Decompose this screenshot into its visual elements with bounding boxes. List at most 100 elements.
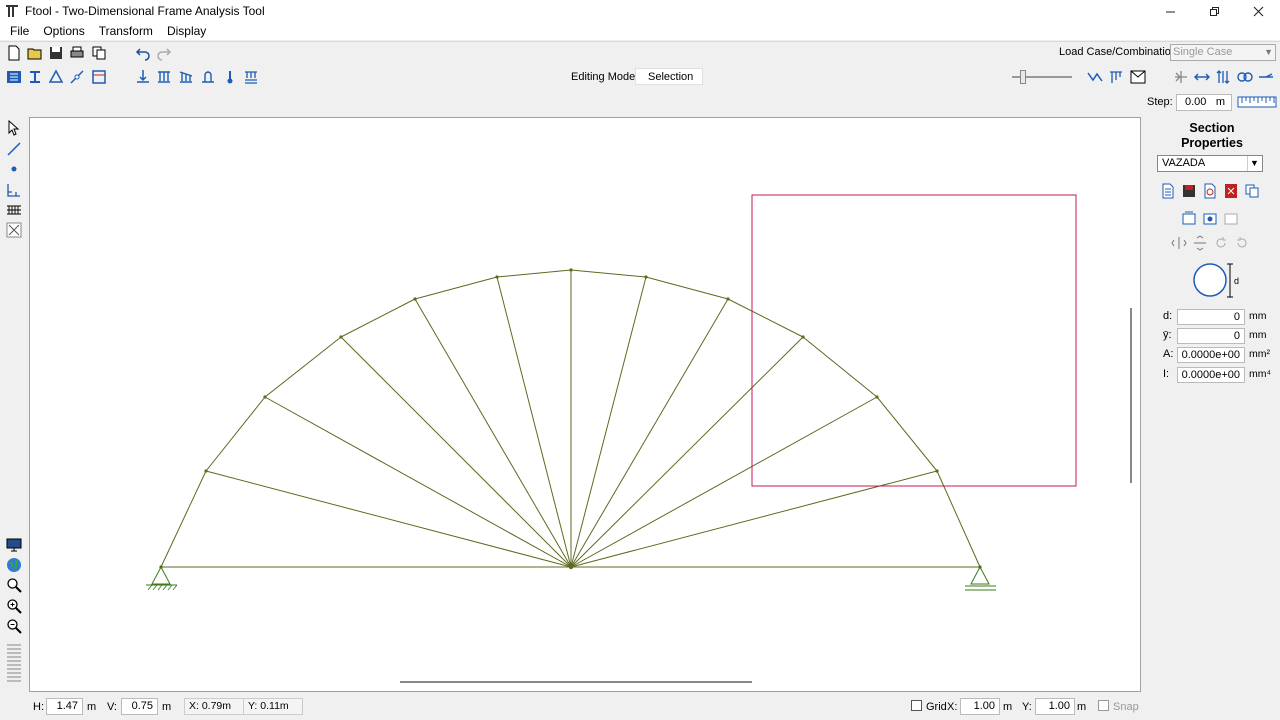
moment-button[interactable] — [1128, 67, 1148, 87]
select-tool-button[interactable] — [4, 118, 24, 138]
pinned-support-left[interactable] — [146, 565, 178, 591]
import-section-button[interactable] — [1200, 181, 1220, 201]
v-input[interactable]: 0.75 — [121, 698, 158, 715]
arch-member[interactable] — [570, 269, 647, 278]
radial-member[interactable] — [340, 336, 572, 568]
zoom-window-button[interactable] — [4, 575, 24, 595]
delete-section-button[interactable] — [1221, 181, 1241, 201]
support-button[interactable] — [46, 67, 66, 87]
menu-transform[interactable]: Transform — [92, 24, 160, 38]
delete-tool-button[interactable] — [4, 220, 24, 240]
menu-file[interactable]: File — [3, 24, 36, 38]
new-section-button[interactable] — [1158, 181, 1178, 201]
arch-member[interactable] — [876, 396, 938, 472]
grid-y-input[interactable]: 1.00 — [1035, 698, 1075, 715]
shear-diagram-button[interactable] — [1213, 67, 1233, 87]
h-input[interactable]: 1.47 — [46, 698, 83, 715]
grid-x-input[interactable]: 1.00 — [960, 698, 1000, 715]
arch-member[interactable] — [264, 336, 342, 398]
linear-load-button[interactable] — [176, 67, 196, 87]
menu-display[interactable]: Display — [160, 24, 213, 38]
section-select[interactable]: VAZADA ▼ — [1157, 155, 1263, 172]
deformed-shape-button[interactable] — [1171, 67, 1191, 87]
frame-node[interactable] — [726, 297, 730, 301]
arch-member[interactable] — [727, 298, 804, 338]
drawing-canvas[interactable] — [29, 117, 1141, 692]
section-list-button[interactable] — [1221, 208, 1241, 228]
rotate-cw-button[interactable] — [1232, 233, 1252, 253]
frame-node[interactable] — [263, 395, 267, 399]
thermal-load-button[interactable] — [198, 67, 218, 87]
distributed-load-button[interactable] — [154, 67, 174, 87]
minimize-button[interactable] — [1148, 0, 1192, 22]
undo-button[interactable] — [133, 43, 153, 63]
assign-section-button[interactable] — [1200, 208, 1220, 228]
close-button[interactable] — [1236, 0, 1280, 22]
arch-member[interactable] — [414, 276, 498, 300]
frame-node[interactable] — [568, 564, 574, 570]
menu-options[interactable]: Options — [36, 24, 91, 38]
radial-member[interactable] — [570, 396, 878, 568]
thermometer-button[interactable] — [220, 67, 240, 87]
frame-node[interactable] — [935, 469, 939, 473]
grid-tool-button[interactable] — [4, 200, 24, 220]
material-button[interactable] — [4, 67, 24, 87]
open-file-button[interactable] — [25, 43, 45, 63]
mirror-h-button[interactable] — [1169, 233, 1189, 253]
dimension-tool-button[interactable] — [4, 180, 24, 200]
copy-button[interactable] — [89, 43, 109, 63]
save-section-button[interactable] — [1179, 181, 1199, 201]
arch-member[interactable] — [496, 269, 572, 278]
left-toolbar-grip[interactable] — [7, 644, 21, 684]
frame-button[interactable] — [89, 67, 109, 87]
prop-input-inertia[interactable]: 0.0000e+00 — [1177, 367, 1245, 383]
arch-member[interactable] — [936, 470, 981, 568]
nodal-load-button[interactable] — [133, 67, 153, 87]
moment-diagram-button[interactable] — [1235, 67, 1255, 87]
mirror-v-button[interactable] — [1190, 233, 1210, 253]
frame-model-svg[interactable] — [30, 118, 1140, 691]
frame-node[interactable] — [495, 275, 499, 279]
radial-member[interactable] — [570, 470, 938, 568]
rotate-ccw-button[interactable] — [1211, 233, 1231, 253]
snap-checkbox[interactable] — [1098, 700, 1109, 711]
edit-section-button[interactable] — [1179, 208, 1199, 228]
frame-node[interactable] — [339, 335, 343, 339]
horizontal-scrollbar[interactable] — [400, 681, 752, 683]
section-button[interactable] — [25, 67, 45, 87]
axial-force-button[interactable] — [1085, 67, 1105, 87]
node-tool-button[interactable] — [4, 159, 24, 179]
shear-force-button[interactable] — [1106, 67, 1126, 87]
frame-node[interactable] — [204, 469, 208, 473]
prop-input-area[interactable]: 0.0000e+00 — [1177, 347, 1245, 363]
radial-member[interactable] — [570, 336, 804, 568]
zoom-out-button[interactable] — [4, 616, 24, 636]
axial-diagram-button[interactable] — [1192, 67, 1212, 87]
step-input[interactable]: 0.00 m — [1176, 94, 1232, 111]
arch-member[interactable] — [645, 276, 729, 300]
scale-slider-thumb[interactable] — [1020, 70, 1026, 84]
roller-support-right[interactable] — [965, 565, 996, 591]
load-case-select[interactable]: Single Case ▼ — [1170, 44, 1276, 61]
frame-node[interactable] — [801, 335, 805, 339]
arch-member[interactable] — [205, 396, 266, 472]
hinge-button[interactable] — [67, 67, 87, 87]
copy-section-button[interactable] — [1242, 181, 1262, 201]
prop-input-d[interactable]: 0 — [1177, 309, 1245, 325]
influence-line-button[interactable] — [1256, 67, 1276, 87]
frame-node[interactable] — [875, 395, 879, 399]
radial-member[interactable] — [414, 298, 572, 568]
print-button[interactable] — [67, 43, 87, 63]
radial-member[interactable] — [205, 470, 572, 568]
new-file-button[interactable] — [4, 43, 24, 63]
display-settings-button[interactable] — [4, 535, 24, 555]
zoom-extents-button[interactable] — [4, 555, 24, 575]
radial-member[interactable] — [496, 276, 572, 568]
radial-member[interactable] — [570, 276, 647, 568]
prop-input-ybar[interactable]: 0 — [1177, 328, 1245, 344]
radial-member[interactable] — [570, 298, 729, 568]
grid-checkbox[interactable] — [911, 700, 922, 711]
step-ruler-button[interactable] — [1236, 92, 1278, 112]
frame-node[interactable] — [413, 297, 417, 301]
save-button[interactable] — [46, 43, 66, 63]
